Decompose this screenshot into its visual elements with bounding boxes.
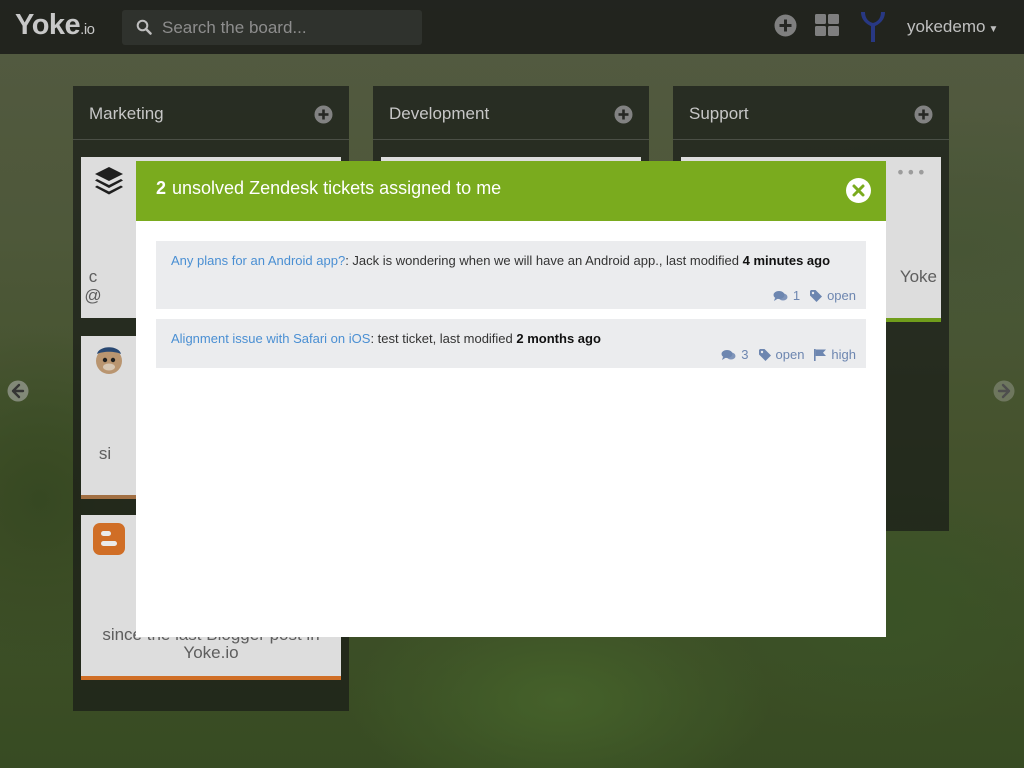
- modal-title: 2 unsolved Zendesk tickets assigned to me: [156, 178, 501, 199]
- close-icon: [852, 184, 865, 197]
- comments-icon: [721, 349, 736, 360]
- ticket-priority: high: [814, 345, 856, 364]
- comment-count: 3: [741, 347, 749, 362]
- ticket-meta: 1 open: [763, 286, 856, 305]
- ticket-item: Any plans for an Android app?: Jack is w…: [156, 241, 866, 309]
- status-label: open: [775, 347, 805, 362]
- ticket-meta: 3 open high: [711, 345, 856, 364]
- ticket-description: : test ticket, last modified: [370, 331, 517, 346]
- close-button[interactable]: [846, 178, 871, 203]
- priority-label: high: [831, 347, 856, 362]
- tag-icon: [758, 348, 771, 361]
- ticket-link[interactable]: Any plans for an Android app?: [171, 253, 345, 268]
- ticket-status: open: [810, 286, 856, 305]
- ticket-modified: 4 minutes ago: [742, 253, 831, 268]
- ticket-count: 2: [156, 178, 167, 198]
- ticket-modified: 2 months ago: [516, 331, 601, 346]
- ticket-status: open: [758, 345, 805, 364]
- zendesk-tickets-modal: 2 unsolved Zendesk tickets assigned to me…: [136, 161, 886, 637]
- modal-header: 2 unsolved Zendesk tickets assigned to me: [136, 161, 886, 221]
- status-label: open: [827, 288, 856, 303]
- modal-title-text: unsolved Zendesk tickets assigned to me: [172, 178, 502, 198]
- ticket-item: Alignment issue with Safari on iOS: test…: [156, 319, 866, 368]
- tag-icon: [810, 289, 823, 302]
- ticket-comments: 1: [773, 286, 800, 305]
- ticket-link[interactable]: Alignment issue with Safari on iOS: [171, 331, 370, 346]
- ticket-comments: 3: [721, 345, 749, 364]
- ticket-description: : Jack is wondering when we will have an…: [345, 253, 743, 268]
- flag-icon: [814, 348, 827, 361]
- comments-icon: [773, 290, 788, 301]
- comment-count: 1: [792, 288, 801, 303]
